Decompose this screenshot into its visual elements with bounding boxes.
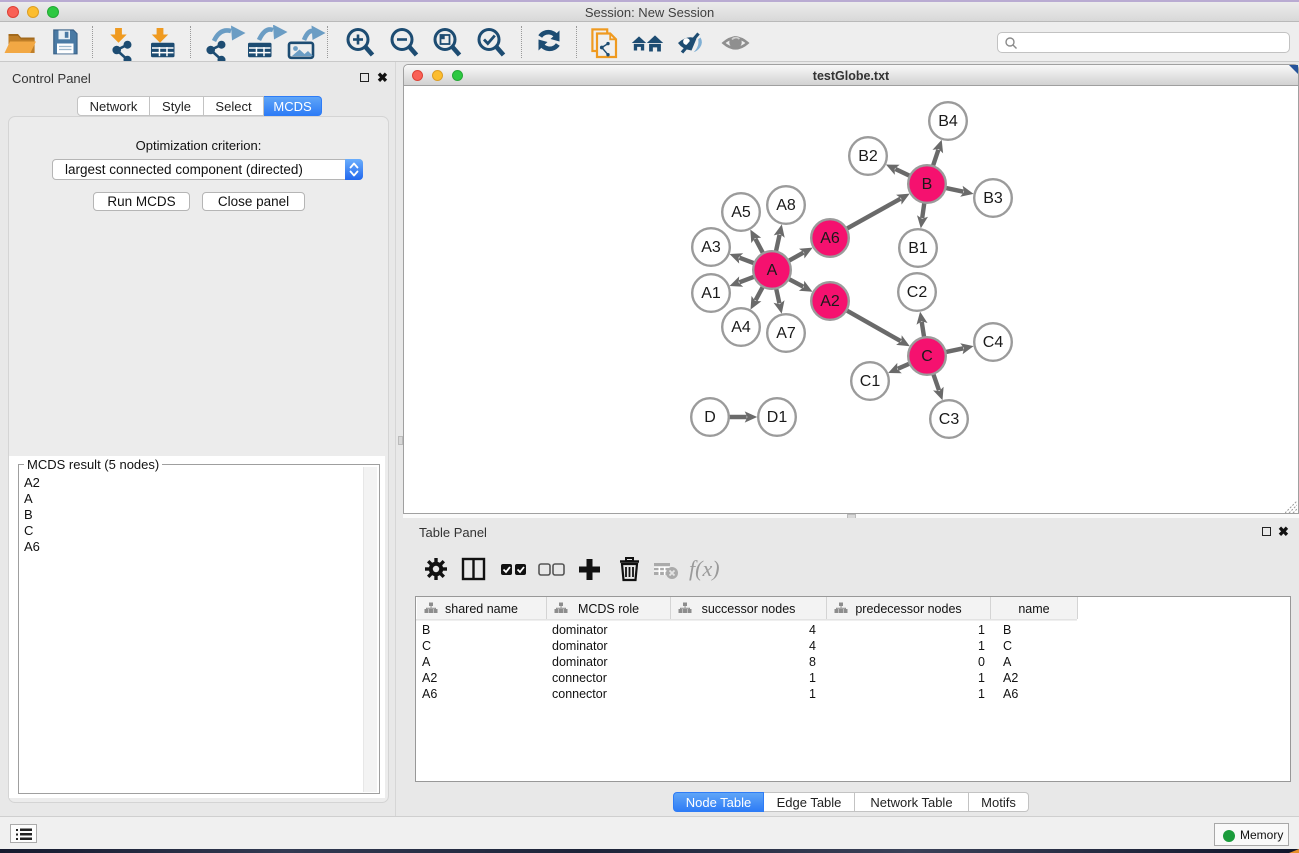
svg-text:A5: A5	[731, 204, 751, 221]
svg-text:C: C	[921, 348, 933, 365]
svg-text:A: A	[767, 262, 778, 279]
svg-text:A4: A4	[731, 319, 751, 336]
svg-text:A7: A7	[776, 325, 796, 342]
svg-text:A1: A1	[701, 285, 721, 302]
svg-text:B2: B2	[858, 148, 878, 165]
svg-text:B: B	[922, 176, 933, 193]
svg-text:B1: B1	[908, 240, 928, 257]
svg-text:A2: A2	[820, 293, 840, 310]
svg-text:A3: A3	[701, 239, 721, 256]
svg-text:C2: C2	[907, 284, 928, 301]
svg-text:D: D	[704, 409, 716, 426]
svg-text:B3: B3	[983, 190, 1003, 207]
svg-text:A8: A8	[776, 197, 796, 214]
svg-text:A6: A6	[820, 230, 840, 247]
svg-text:C4: C4	[983, 334, 1004, 351]
svg-text:f(x): f(x)	[689, 556, 720, 581]
svg-text:C3: C3	[939, 411, 960, 428]
svg-text:C1: C1	[860, 373, 881, 390]
svg-text:B4: B4	[938, 113, 958, 130]
svg-text:D1: D1	[767, 409, 788, 426]
